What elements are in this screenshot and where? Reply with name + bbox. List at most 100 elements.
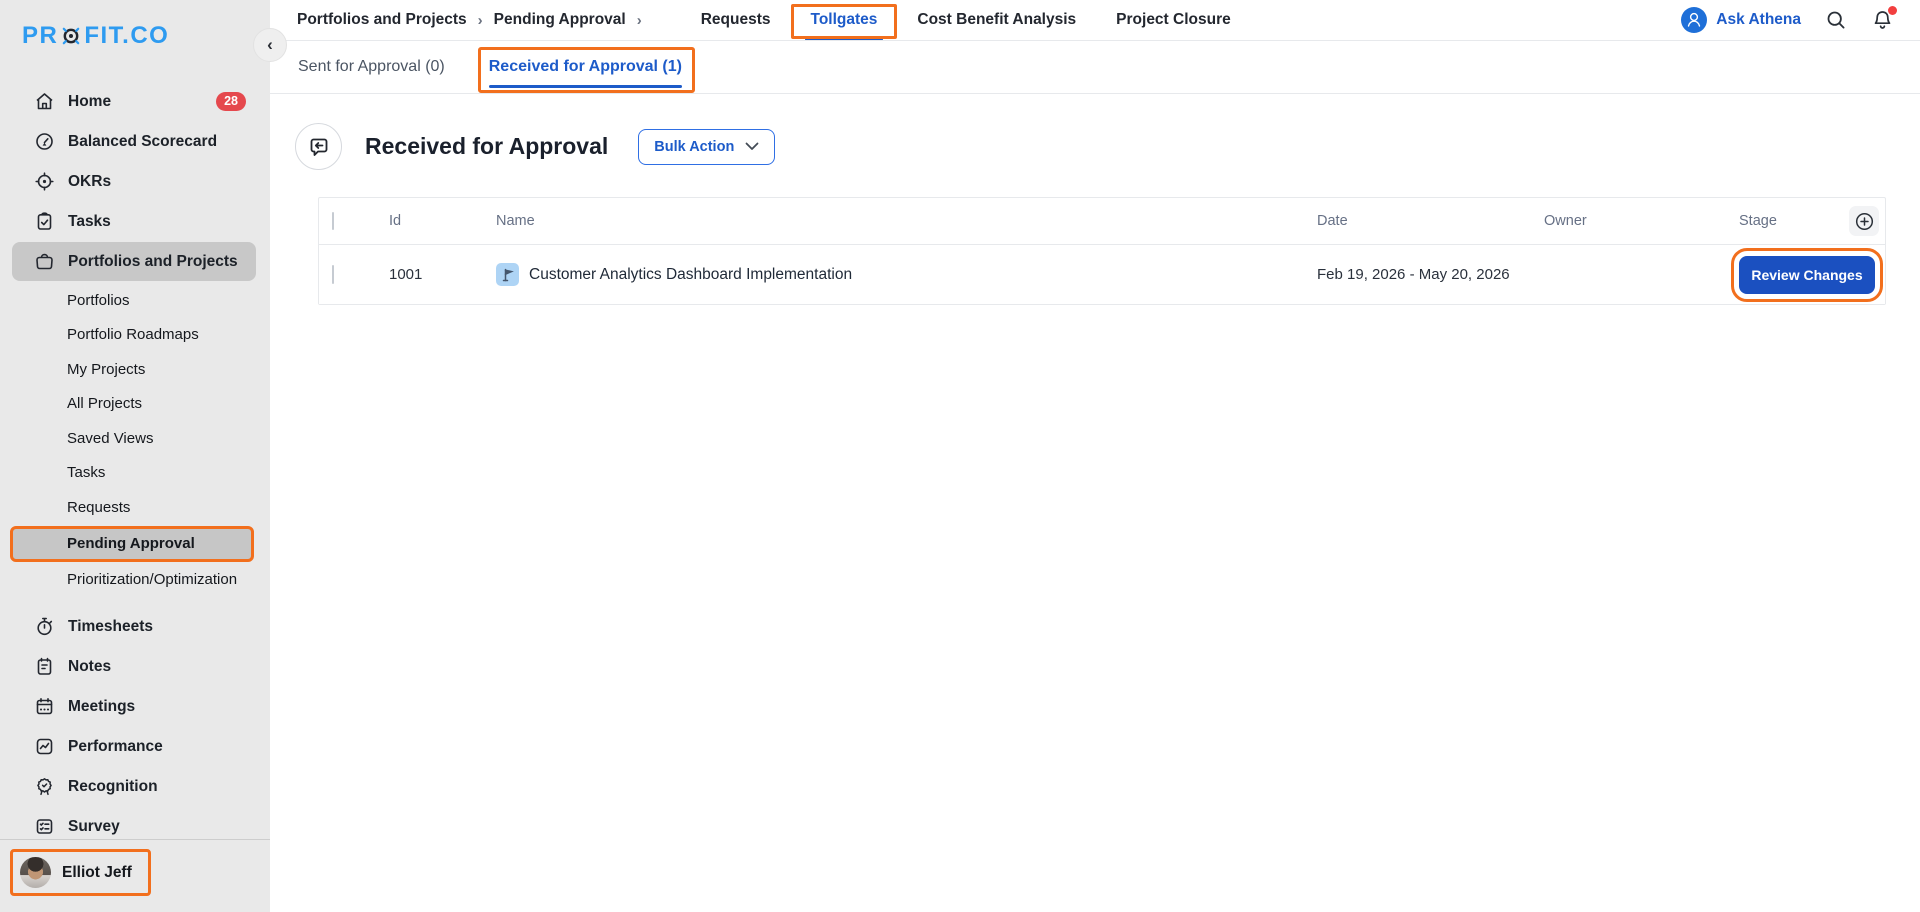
sidebar-item-label: Recognition — [68, 778, 158, 796]
sidebar-item-label: Portfolios and Projects — [68, 253, 238, 271]
briefcase-icon — [34, 251, 55, 272]
home-notification-badge: 28 — [216, 92, 246, 111]
sidebar-item-label: Tasks — [68, 213, 111, 231]
tab-label: Cost Benefit Analysis — [917, 11, 1076, 29]
clipboard-check-icon — [34, 211, 55, 232]
topbar: Portfolios and Projects › Pending Approv… — [270, 0, 1920, 41]
target-icon — [34, 171, 55, 192]
table-row[interactable]: 1001 Customer Analytics Dashboard Implem… — [319, 245, 1885, 304]
sidebar-item-label: Home — [68, 93, 111, 111]
sub-item-label: Requests — [67, 499, 130, 516]
breadcrumb: Portfolios and Projects › Pending Approv… — [297, 11, 653, 29]
ask-athena-button[interactable]: Ask Athena — [1681, 7, 1801, 33]
sidebar-item-performance[interactable]: Performance — [12, 727, 256, 766]
search-icon[interactable] — [1825, 9, 1847, 31]
breadcrumb-separator-icon: › — [478, 12, 483, 29]
stopwatch-icon — [34, 616, 55, 637]
sub-item-label: Portfolios — [67, 292, 130, 309]
portfolios-sub-menu: Portfolios Portfolio Roadmaps My Project… — [0, 283, 270, 597]
row-checkbox[interactable] — [332, 265, 334, 284]
logo-target-icon — [59, 25, 83, 47]
sidebar-item-balanced-scorecard[interactable]: Balanced Scorecard — [12, 122, 256, 161]
ask-athena-label: Ask Athena — [1716, 11, 1801, 29]
athena-icon — [1681, 7, 1707, 33]
back-button[interactable] — [295, 123, 342, 170]
column-header-date: Date — [1317, 213, 1544, 229]
gauge-icon — [34, 131, 55, 152]
sub-item-label: All Projects — [67, 395, 142, 412]
sidebar-subitem-prioritization-optimization[interactable]: Prioritization/Optimization — [0, 563, 270, 598]
sidebar-item-timesheets[interactable]: Timesheets — [12, 607, 256, 646]
sidebar-item-okrs[interactable]: OKRs — [12, 162, 256, 201]
sidebar-subitem-saved-views[interactable]: Saved Views — [0, 421, 270, 456]
tab-label: Requests — [701, 11, 771, 29]
sidebar-subitem-my-projects[interactable]: My Projects — [0, 352, 270, 387]
project-name-link[interactable]: Customer Analytics Dashboard Implementat… — [529, 266, 852, 284]
subtab-sent-for-approval[interactable]: Sent for Approval (0) — [298, 41, 445, 93]
column-header-stage: Stage — [1739, 213, 1777, 229]
tab-cost-benefit-analysis[interactable]: Cost Benefit Analysis — [917, 0, 1076, 40]
sidebar-item-label: Notes — [68, 658, 111, 676]
notepad-icon — [34, 656, 55, 677]
sidebar-subitem-tasks[interactable]: Tasks — [0, 456, 270, 491]
chart-icon — [34, 736, 55, 757]
main-content: Portfolios and Projects › Pending Approv… — [270, 0, 1920, 912]
sub-item-label: Tasks — [67, 464, 105, 481]
tab-requests[interactable]: Requests — [701, 0, 771, 40]
column-header-name: Name — [485, 213, 1317, 229]
sidebar-item-label: Timesheets — [68, 618, 153, 636]
bulk-action-button[interactable]: Bulk Action — [638, 129, 775, 165]
subtab-received-for-approval[interactable]: Received for Approval (1) — [489, 41, 682, 93]
add-column-button[interactable] — [1849, 206, 1879, 236]
active-subtab-underline — [489, 85, 682, 88]
sidebar-item-notes[interactable]: Notes — [12, 647, 256, 686]
subtab-label: Sent for Approval (0) — [298, 58, 445, 76]
column-header-owner: Owner — [1544, 213, 1739, 229]
sidebar-nav: Home 28 Balanced Scorecard OKRs Task — [0, 70, 270, 839]
sidebar-item-label: Performance — [68, 738, 163, 756]
sidebar-item-portfolios-and-projects[interactable]: Portfolios and Projects — [12, 242, 256, 281]
top-tabs: Requests Tollgates Cost Benefit Analysis… — [701, 0, 1231, 40]
user-profile-button[interactable]: Elliot Jeff — [10, 849, 151, 896]
page-title: Received for Approval — [365, 133, 608, 160]
chevron-down-icon — [745, 142, 759, 151]
sidebar-item-meetings[interactable]: Meetings — [12, 687, 256, 726]
sidebar-subitem-pending-approval[interactable]: Pending Approval — [10, 526, 254, 562]
row-date: Feb 19, 2026 - May 20, 2026 — [1317, 266, 1544, 283]
notifications-bell-icon[interactable] — [1871, 9, 1894, 32]
sub-item-label: Pending Approval — [67, 535, 195, 552]
row-id: 1001 — [375, 266, 485, 283]
back-arrow-bubble-icon — [307, 135, 331, 159]
sidebar-item-label: Meetings — [68, 698, 135, 716]
user-avatar — [20, 857, 51, 888]
sidebar-item-label: OKRs — [68, 173, 111, 191]
tab-project-closure[interactable]: Project Closure — [1116, 0, 1231, 40]
checklist-icon — [34, 816, 55, 837]
breadcrumb-portfolios-and-projects[interactable]: Portfolios and Projects — [297, 11, 467, 29]
select-all-checkbox[interactable] — [332, 212, 334, 230]
sidebar-item-tasks[interactable]: Tasks — [12, 202, 256, 241]
page-heading-row: Received for Approval Bulk Action — [270, 94, 1920, 197]
active-tab-underline — [805, 36, 884, 40]
column-header-id: Id — [375, 213, 485, 229]
sidebar-subitem-all-projects[interactable]: All Projects — [0, 387, 270, 422]
medal-icon — [34, 776, 55, 797]
sidebar-collapse-button[interactable]: ‹ — [253, 28, 287, 62]
profit-logo: PR FIT.CO — [0, 0, 270, 70]
sidebar-subitem-portfolios[interactable]: Portfolios — [0, 283, 270, 318]
plus-circle-icon — [1855, 212, 1874, 231]
sub-item-label: My Projects — [67, 361, 145, 378]
breadcrumb-pending-approval[interactable]: Pending Approval — [494, 11, 626, 29]
topbar-right: Ask Athena — [1681, 7, 1894, 33]
sub-item-label: Prioritization/Optimization — [67, 571, 237, 588]
sidebar-item-home[interactable]: Home 28 — [12, 82, 256, 121]
sidebar-subitem-portfolio-roadmaps[interactable]: Portfolio Roadmaps — [0, 318, 270, 353]
sidebar-subitem-requests[interactable]: Requests — [0, 490, 270, 525]
calendar-icon — [34, 696, 55, 717]
sidebar-item-recognition[interactable]: Recognition — [12, 767, 256, 806]
bulk-action-label: Bulk Action — [654, 139, 734, 155]
sidebar-item-survey[interactable]: Survey — [12, 807, 256, 839]
review-changes-button[interactable]: Review Changes — [1739, 256, 1875, 294]
approval-subtabs: Sent for Approval (0) Received for Appro… — [270, 41, 1920, 94]
tab-tollgates[interactable]: Tollgates — [811, 0, 878, 40]
